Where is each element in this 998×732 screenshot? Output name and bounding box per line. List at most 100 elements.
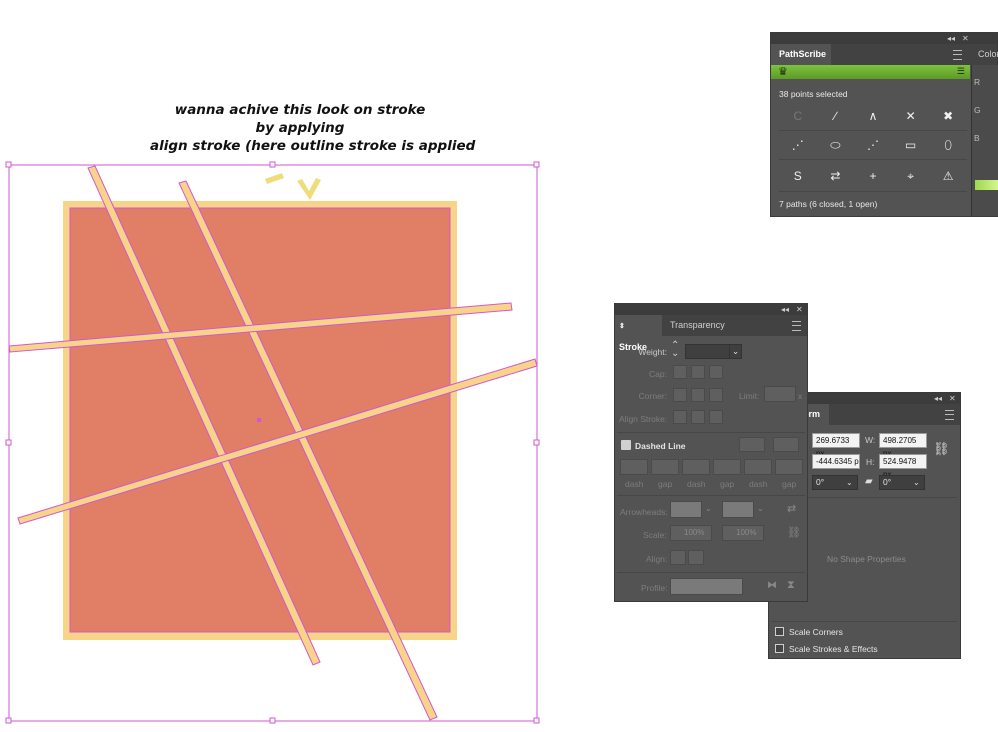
weight-field[interactable] xyxy=(685,344,730,359)
tab-stroke[interactable]: ⇕ Stroke xyxy=(615,315,662,352)
close-icon[interactable]: ✕ xyxy=(796,304,803,315)
dash-label-3: dash xyxy=(749,479,768,489)
corner-bevel-icon[interactable] xyxy=(709,388,723,402)
limit-field[interactable] xyxy=(764,386,796,402)
ps-s-icon[interactable]: S xyxy=(779,164,817,188)
stroke-title-bar[interactable]: ◂◂ ✕ xyxy=(615,304,807,315)
ps-cut-icon[interactable]: ✕ xyxy=(892,104,930,128)
scale-end-value: 100% xyxy=(736,528,757,537)
swap-arrowheads-icon[interactable]: ⇄ xyxy=(787,502,796,515)
align-center-icon[interactable] xyxy=(673,410,687,424)
align-arrow-path-icon[interactable] xyxy=(688,550,704,565)
dash-label-1: dash xyxy=(625,479,644,489)
ps-delete-icon[interactable]: ✖ xyxy=(929,104,967,128)
ps-rounded-rect-icon[interactable]: ▭ xyxy=(892,133,930,157)
end-arrowhead-dropdown-icon[interactable]: ⌄ xyxy=(757,504,764,513)
corner-round-icon[interactable] xyxy=(691,388,705,402)
gap-field-1[interactable] xyxy=(651,459,679,475)
gap-field-3[interactable] xyxy=(775,459,803,475)
scale-start-field[interactable]: 100% xyxy=(670,525,712,541)
h-label: H: xyxy=(866,457,875,467)
panel-menu-icon[interactable] xyxy=(945,410,954,420)
pathscribe-row-2: ⋰ ⬭ ⋰ ▭ ⬯ xyxy=(779,133,967,157)
tab-transparency[interactable]: Transparency xyxy=(662,315,733,336)
ps-smooth-icon[interactable]: ⋰ xyxy=(854,133,892,157)
link-proportions-icon[interactable]: ⛓ xyxy=(933,441,950,457)
ps-swap-icon[interactable]: ⇄ xyxy=(817,164,855,188)
cap-butt-icon[interactable] xyxy=(673,365,687,379)
close-icon[interactable]: ✕ xyxy=(949,393,956,404)
tab-expand-icon: ⇕ xyxy=(619,323,625,330)
scale-end-field[interactable]: 100% xyxy=(722,525,764,541)
weight-dropdown[interactable]: ⌄ xyxy=(729,344,742,359)
scale-strokes-label: Scale Strokes & Effects xyxy=(789,644,878,654)
start-arrowhead-select[interactable] xyxy=(670,501,702,518)
ps-align-icon[interactable]: ⬭ xyxy=(817,133,855,157)
pathscribe-divider-2 xyxy=(779,159,967,160)
ps-target-icon[interactable]: ⌖ xyxy=(892,164,930,188)
limit-label: Limit: xyxy=(739,391,760,401)
ps-line-icon[interactable]: ∕ xyxy=(817,104,855,128)
stroke-panel: ◂◂ ✕ ⇕ Stroke Transparency Weight: ⌃ ⌄ ⌄ … xyxy=(614,303,808,602)
ps-warning-icon[interactable]: ⚠ xyxy=(929,164,967,188)
align-outside-icon[interactable] xyxy=(709,410,723,424)
crown-icon[interactable]: ♛ xyxy=(778,65,788,79)
y-field[interactable]: -444.6345 p xyxy=(812,454,860,469)
pathscribe-divider-1 xyxy=(779,130,967,131)
shear-dropdown-icon[interactable]: ⌄ xyxy=(913,478,920,487)
ps-dotted-line-icon[interactable]: ⋰ xyxy=(779,133,817,157)
annotation-text: wanna achive this look on stroke by appl… xyxy=(150,101,475,155)
gap-field-2[interactable] xyxy=(713,459,741,475)
scale-corners-checkbox[interactable] xyxy=(775,627,784,636)
corner-miter-icon[interactable] xyxy=(673,388,687,402)
weight-stepper-icon[interactable]: ⌃ ⌄ xyxy=(671,341,679,359)
tab-color[interactable]: Color xyxy=(972,44,998,65)
start-arrowhead-dropdown-icon[interactable]: ⌄ xyxy=(705,504,712,513)
tab-pathscribe[interactable]: PathScribe xyxy=(771,44,831,65)
align-arrow-tip-icon[interactable] xyxy=(670,550,686,565)
link-scale-icon[interactable]: ⛓ xyxy=(787,526,801,539)
width-field[interactable]: 498.2705 px xyxy=(879,433,927,458)
flip-vertical-icon[interactable]: ⧗ xyxy=(787,579,795,592)
height-field[interactable]: 524.9478 px xyxy=(879,454,927,479)
scale-start-value: 100% xyxy=(684,528,705,537)
pathscribe-title-bar[interactable]: ◂◂ ✕ xyxy=(771,33,997,44)
profile-select[interactable] xyxy=(670,578,743,595)
dash-label-2: dash xyxy=(687,479,706,489)
cap-label: Cap: xyxy=(649,369,667,379)
annotation-line-1: wanna achive this look on stroke xyxy=(174,102,426,118)
x-field[interactable]: 269.6733 px xyxy=(812,433,860,458)
ps-ellipse-icon[interactable]: ⬯ xyxy=(929,133,967,157)
dash-field-2[interactable] xyxy=(682,459,710,475)
gap-label-2: gap xyxy=(720,479,735,489)
panel-menu-icon[interactable] xyxy=(792,321,801,331)
rotate-dropdown-icon[interactable]: ⌄ xyxy=(846,478,853,487)
pathscribe-row-1: C ∕ ∧ ✕ ✖ xyxy=(779,104,967,128)
collapse-icon[interactable]: ◂◂ xyxy=(934,393,942,404)
dash-align-icon[interactable] xyxy=(773,437,799,452)
pathscribe-menu-icon[interactable]: ☰ xyxy=(957,66,965,77)
collapse-icon[interactable]: ◂◂ xyxy=(781,304,789,315)
corner-label: Corner: xyxy=(638,391,667,401)
ps-corner-icon[interactable]: ∧ xyxy=(854,104,892,128)
dash-field-1[interactable] xyxy=(620,459,648,475)
dash-field-3[interactable] xyxy=(744,459,772,475)
align-inside-icon[interactable] xyxy=(691,410,705,424)
cap-round-icon[interactable] xyxy=(691,365,705,379)
ps-add-icon[interactable]: + xyxy=(854,164,892,188)
cap-square-icon[interactable] xyxy=(709,365,723,379)
panel-menu-icon[interactable] xyxy=(953,50,962,60)
close-icon[interactable]: ✕ xyxy=(962,33,969,44)
end-arrowhead-select[interactable] xyxy=(722,501,754,518)
dashed-line-checkbox-icon[interactable] xyxy=(621,440,631,450)
scale-strokes-checkbox[interactable] xyxy=(775,644,784,653)
color-slider[interactable] xyxy=(975,180,998,190)
flip-horizontal-icon[interactable]: ⧓ xyxy=(767,580,777,591)
weight-label: Weight: xyxy=(638,347,667,357)
ps-c-icon[interactable]: C xyxy=(779,104,817,128)
pathscribe-tab-row: PathScribe Color xyxy=(771,44,998,65)
align-label: Align: xyxy=(646,554,668,564)
collapse-icon[interactable]: ◂◂ xyxy=(947,33,955,44)
dash-preserve-icon[interactable] xyxy=(739,437,765,452)
color-panel-strip: R G B xyxy=(971,65,998,216)
